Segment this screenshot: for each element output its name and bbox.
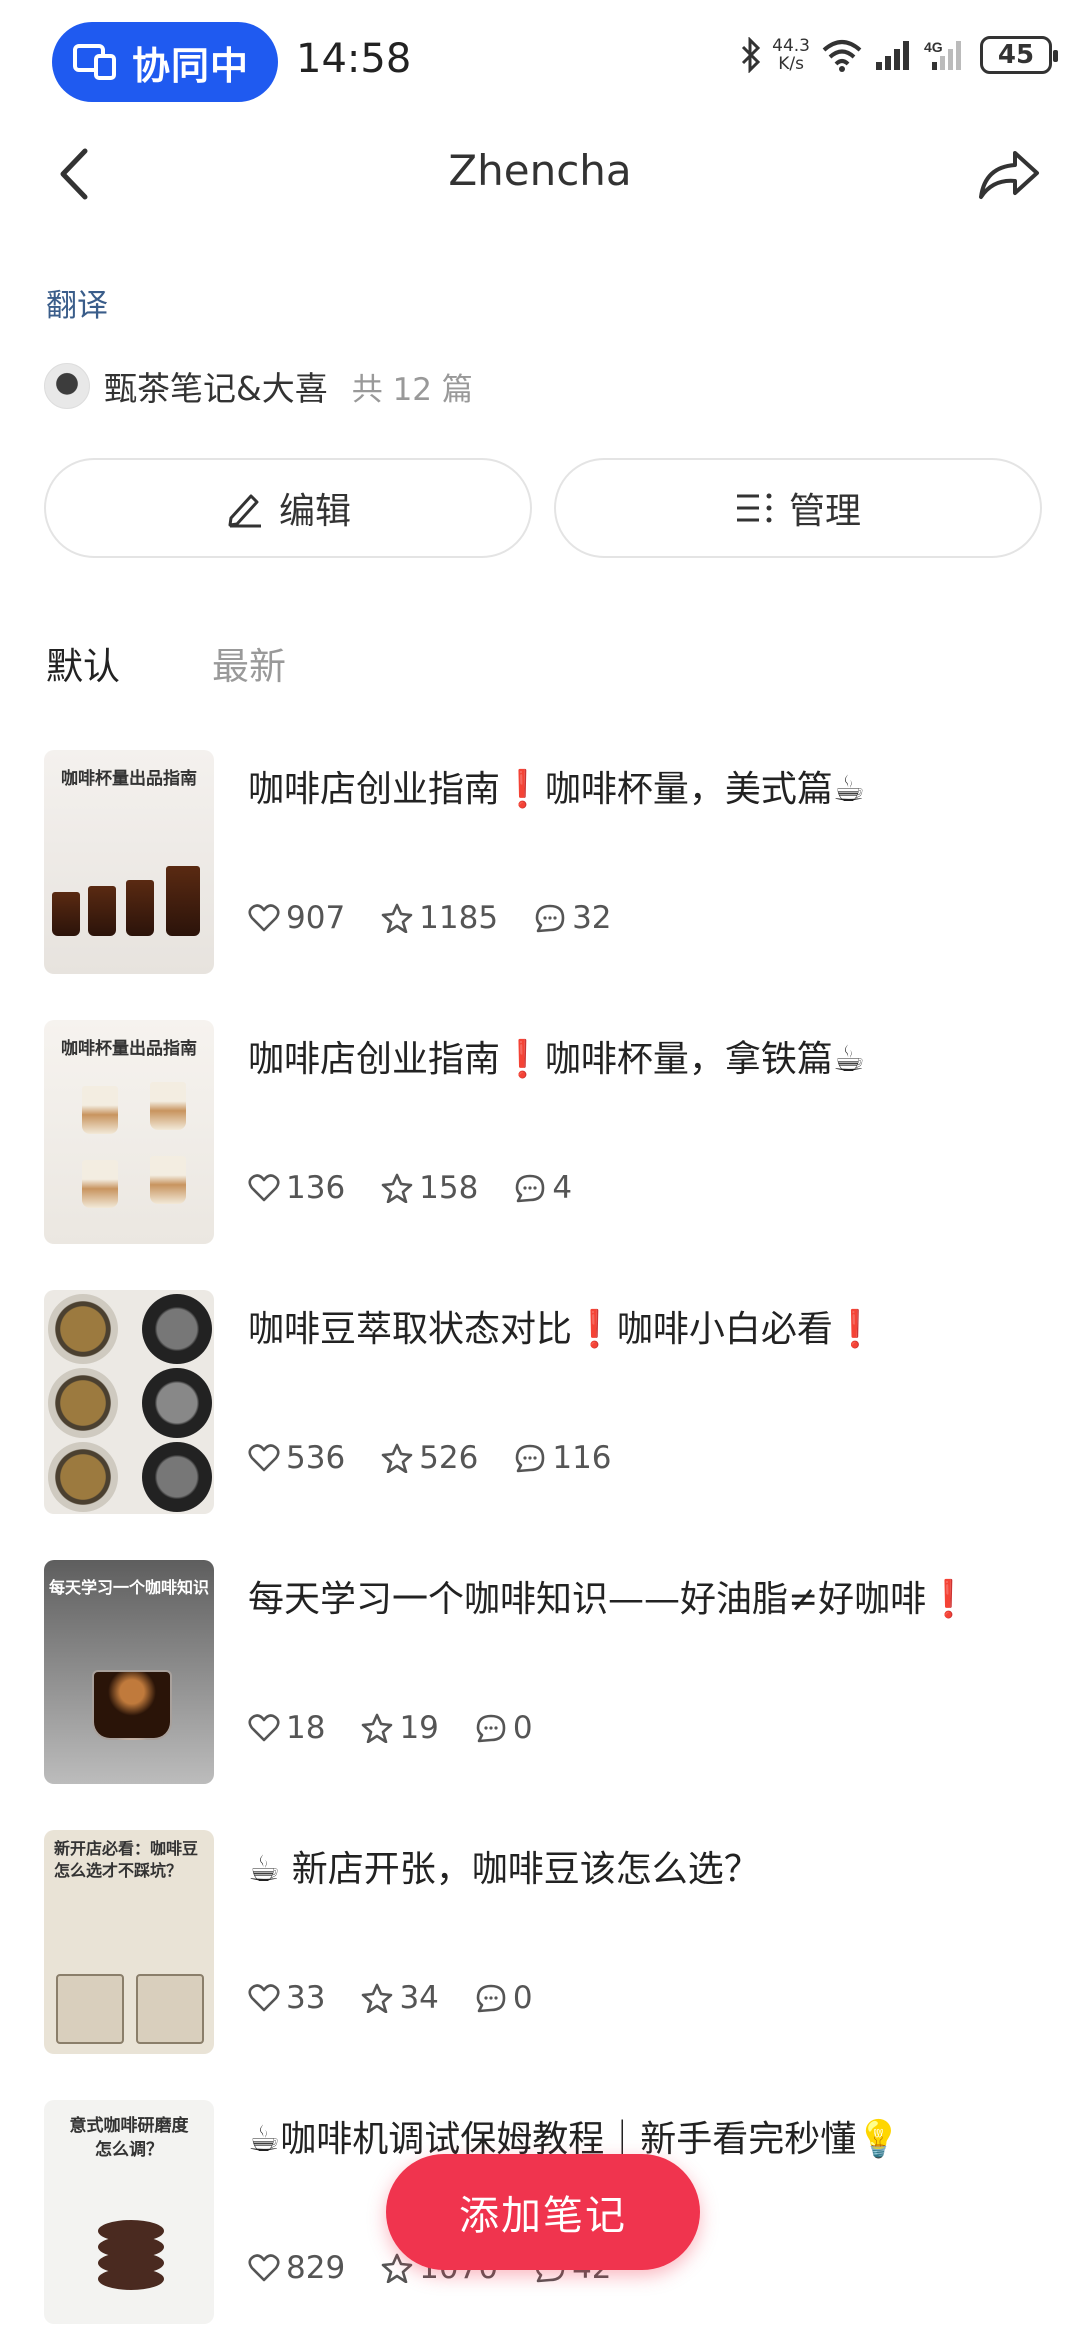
sort-tabs: 默认 最新 [46, 636, 286, 690]
tab-latest[interactable]: 最新 [212, 636, 286, 690]
signal-4g-icon: 4G [924, 39, 961, 70]
comment-icon [516, 1444, 545, 1473]
wifi-icon [822, 40, 862, 72]
thumbnail-caption: 咖啡杯量出品指南 [61, 1039, 197, 1059]
star-icon [381, 1443, 413, 1473]
share-button[interactable] [974, 142, 1044, 208]
author-name[interactable]: 甄茶笔记&大喜 [104, 362, 328, 410]
comment-icon [516, 1174, 545, 1203]
comment-icon [476, 1984, 506, 2013]
clock: 14:58 [296, 36, 412, 82]
heart-icon [248, 1984, 280, 2012]
list-item[interactable]: 新开店必看：咖啡豆怎么选才不踩坑？ ☕ 新店开张，咖啡豆该怎么选？ 33 34 … [44, 1830, 1044, 2056]
note-thumbnail[interactable]: 咖啡杯量出品指南 [44, 750, 214, 974]
list-item[interactable]: 咖啡杯量出品指南 咖啡店创业指南❗咖啡杯量，拿铁篇☕ 136 158 4 [44, 1020, 1044, 1246]
list-item[interactable]: 咖啡豆萃取状态对比❗咖啡小白必看❗ 536 526 116 [44, 1290, 1044, 1516]
heart-icon [248, 1444, 280, 1472]
translate-link[interactable]: 翻译 [46, 280, 108, 325]
note-thumbnail[interactable]: 每天学习一个咖啡知识 [44, 1560, 214, 1784]
like-count[interactable]: 829 [248, 2250, 345, 2286]
avatar[interactable] [44, 363, 90, 409]
heart-icon [248, 1714, 280, 1742]
note-stats: 136 158 4 [248, 1170, 608, 1206]
note-thumbnail[interactable]: 新开店必看：咖啡豆怎么选才不踩坑？ [44, 1830, 214, 2054]
note-stats: 536 526 116 [248, 1440, 648, 1476]
collect-count[interactable]: 19 [361, 1710, 439, 1746]
status-bar: 协同中 14:58 44.3 K/s 4G 45 [0, 0, 1080, 120]
note-title[interactable]: 咖啡店创业指南❗咖啡杯量，拿铁篇☕ [248, 1034, 1048, 1086]
like-count[interactable]: 136 [248, 1170, 345, 1206]
like-count[interactable]: 536 [248, 1440, 345, 1476]
nav-bar: Zhencha [0, 120, 1080, 230]
comment-icon [535, 904, 565, 933]
star-icon [381, 903, 413, 933]
collect-count[interactable]: 526 [381, 1440, 478, 1476]
star-icon [362, 1713, 393, 1743]
author-row[interactable]: 甄茶笔记&大喜 共 12 篇 [44, 362, 473, 410]
comment-count[interactable]: 32 [534, 900, 612, 936]
edit-label: 编辑 [278, 491, 351, 532]
collect-count[interactable]: 1185 [381, 900, 498, 936]
bluetooth-icon [742, 37, 761, 73]
thumbnail-caption: 咖啡杯量出品指南 [61, 769, 197, 789]
heart-icon [248, 904, 280, 932]
comment-count[interactable]: 0 [475, 1710, 533, 1746]
share-icon [979, 151, 1039, 199]
signal-icon [876, 41, 909, 70]
note-title[interactable]: 每天学习一个咖啡知识——好油脂≠好咖啡❗ [248, 1574, 1048, 1626]
note-title[interactable]: 咖啡豆萃取状态对比❗咖啡小白必看❗ [248, 1304, 1048, 1356]
comment-count[interactable]: 4 [514, 1170, 572, 1206]
collab-indicator[interactable]: 协同中 [52, 22, 278, 102]
net-speed: 44.3 K/s [772, 36, 810, 74]
star-icon [381, 1173, 413, 1203]
note-thumbnail[interactable]: 咖啡杯量出品指南 [44, 1020, 214, 1244]
heart-icon [248, 2254, 280, 2282]
collab-label: 协同中 [132, 43, 250, 88]
manage-button[interactable]: 管理 [554, 458, 1042, 558]
battery-indicator: 45 [980, 36, 1058, 74]
list-manage-icon [736, 493, 772, 523]
manage-label: 管理 [788, 491, 861, 532]
edit-button[interactable]: 编辑 [44, 458, 532, 558]
add-note-button[interactable]: 添加笔记 [386, 2154, 700, 2270]
note-thumbnail[interactable] [44, 1290, 214, 1514]
collect-count[interactable]: 34 [361, 1980, 439, 2016]
note-stats: 33 34 0 [248, 1980, 569, 2016]
star-icon [362, 1983, 393, 2013]
like-count[interactable]: 18 [248, 1710, 325, 1746]
note-count: 共 12 篇 [351, 371, 473, 408]
comment-icon [476, 1714, 506, 1743]
note-stats: 907 1185 32 [248, 900, 648, 936]
comment-count[interactable]: 0 [475, 1980, 533, 2016]
note-title[interactable]: ☕ 新店开张，咖啡豆该怎么选？ [248, 1844, 1048, 1896]
comment-count[interactable]: 116 [514, 1440, 612, 1476]
note-title[interactable]: 咖啡店创业指南❗咖啡杯量，美式篇☕ [248, 764, 1048, 816]
like-count[interactable]: 33 [248, 1980, 325, 2016]
like-count[interactable]: 907 [248, 900, 345, 936]
thumbnail-caption: 意式咖啡研磨度怎么调？ [69, 2116, 189, 2160]
note-thumbnail[interactable]: 意式咖啡研磨度怎么调？ [44, 2100, 214, 2324]
list-item[interactable]: 咖啡杯量出品指南 咖啡店创业指南❗咖啡杯量，美式篇☕ 907 1185 32 [44, 750, 1044, 976]
thumbnail-caption: 每天学习一个咖啡知识 [48, 1578, 209, 1597]
list-item[interactable]: 每天学习一个咖啡知识 每天学习一个咖啡知识——好油脂≠好咖啡❗ 18 19 0 [44, 1560, 1044, 1786]
heart-icon [248, 1174, 280, 1202]
pencil-icon [228, 494, 261, 528]
multi-device-icon [73, 44, 116, 80]
collect-count[interactable]: 158 [381, 1170, 478, 1206]
svg-text:4G: 4G [924, 39, 943, 55]
note-stats: 18 19 0 [248, 1710, 569, 1746]
tab-default[interactable]: 默认 [46, 636, 120, 690]
thumbnail-caption: 新开店必看：咖啡豆怎么选才不踩坑？ [54, 1839, 199, 1880]
page-title: Zhencha [448, 146, 632, 195]
